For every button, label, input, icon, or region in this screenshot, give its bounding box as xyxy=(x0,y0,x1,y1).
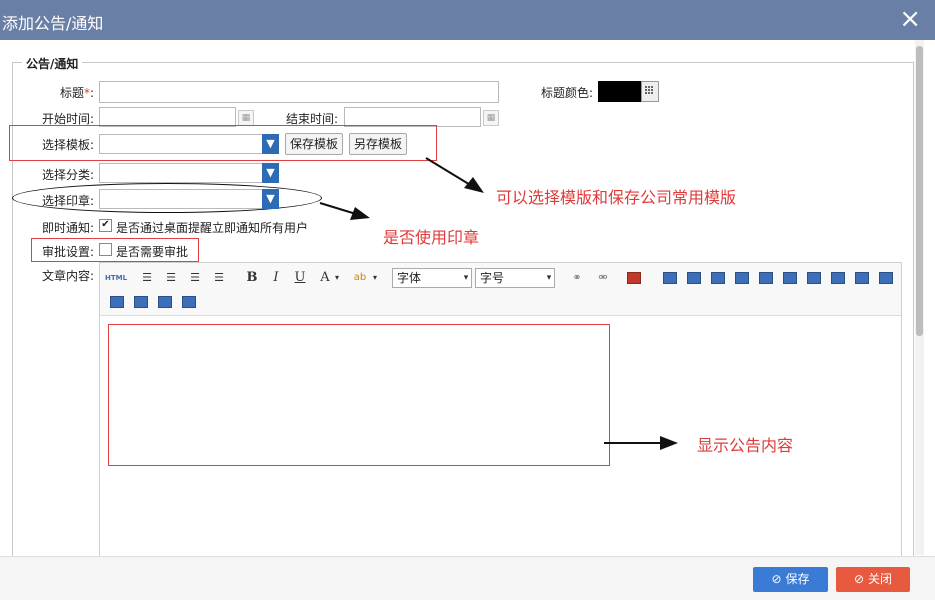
template-arrow xyxy=(425,157,484,193)
template-note: 可以选择模版和保存公司常用模版 xyxy=(496,188,737,207)
seal-note: 是否使用印章 xyxy=(383,228,480,247)
check-circle-icon: ⊘ xyxy=(771,572,782,586)
vertical-scrollbar[interactable] xyxy=(915,40,924,555)
ban-icon: ⊘ xyxy=(854,572,865,586)
dialog-footer: ⊘ 保存 ⊘ 关闭 xyxy=(0,556,935,600)
save-button[interactable]: ⊘ 保存 xyxy=(753,567,828,592)
scrollbar-thumb[interactable] xyxy=(916,46,923,336)
seal-arrow xyxy=(319,202,370,220)
close-button[interactable]: ⊘ 关闭 xyxy=(836,567,910,592)
annotation-arrows xyxy=(319,157,678,450)
content-arrow xyxy=(604,436,678,450)
content-note: 显示公告内容 xyxy=(697,436,794,455)
